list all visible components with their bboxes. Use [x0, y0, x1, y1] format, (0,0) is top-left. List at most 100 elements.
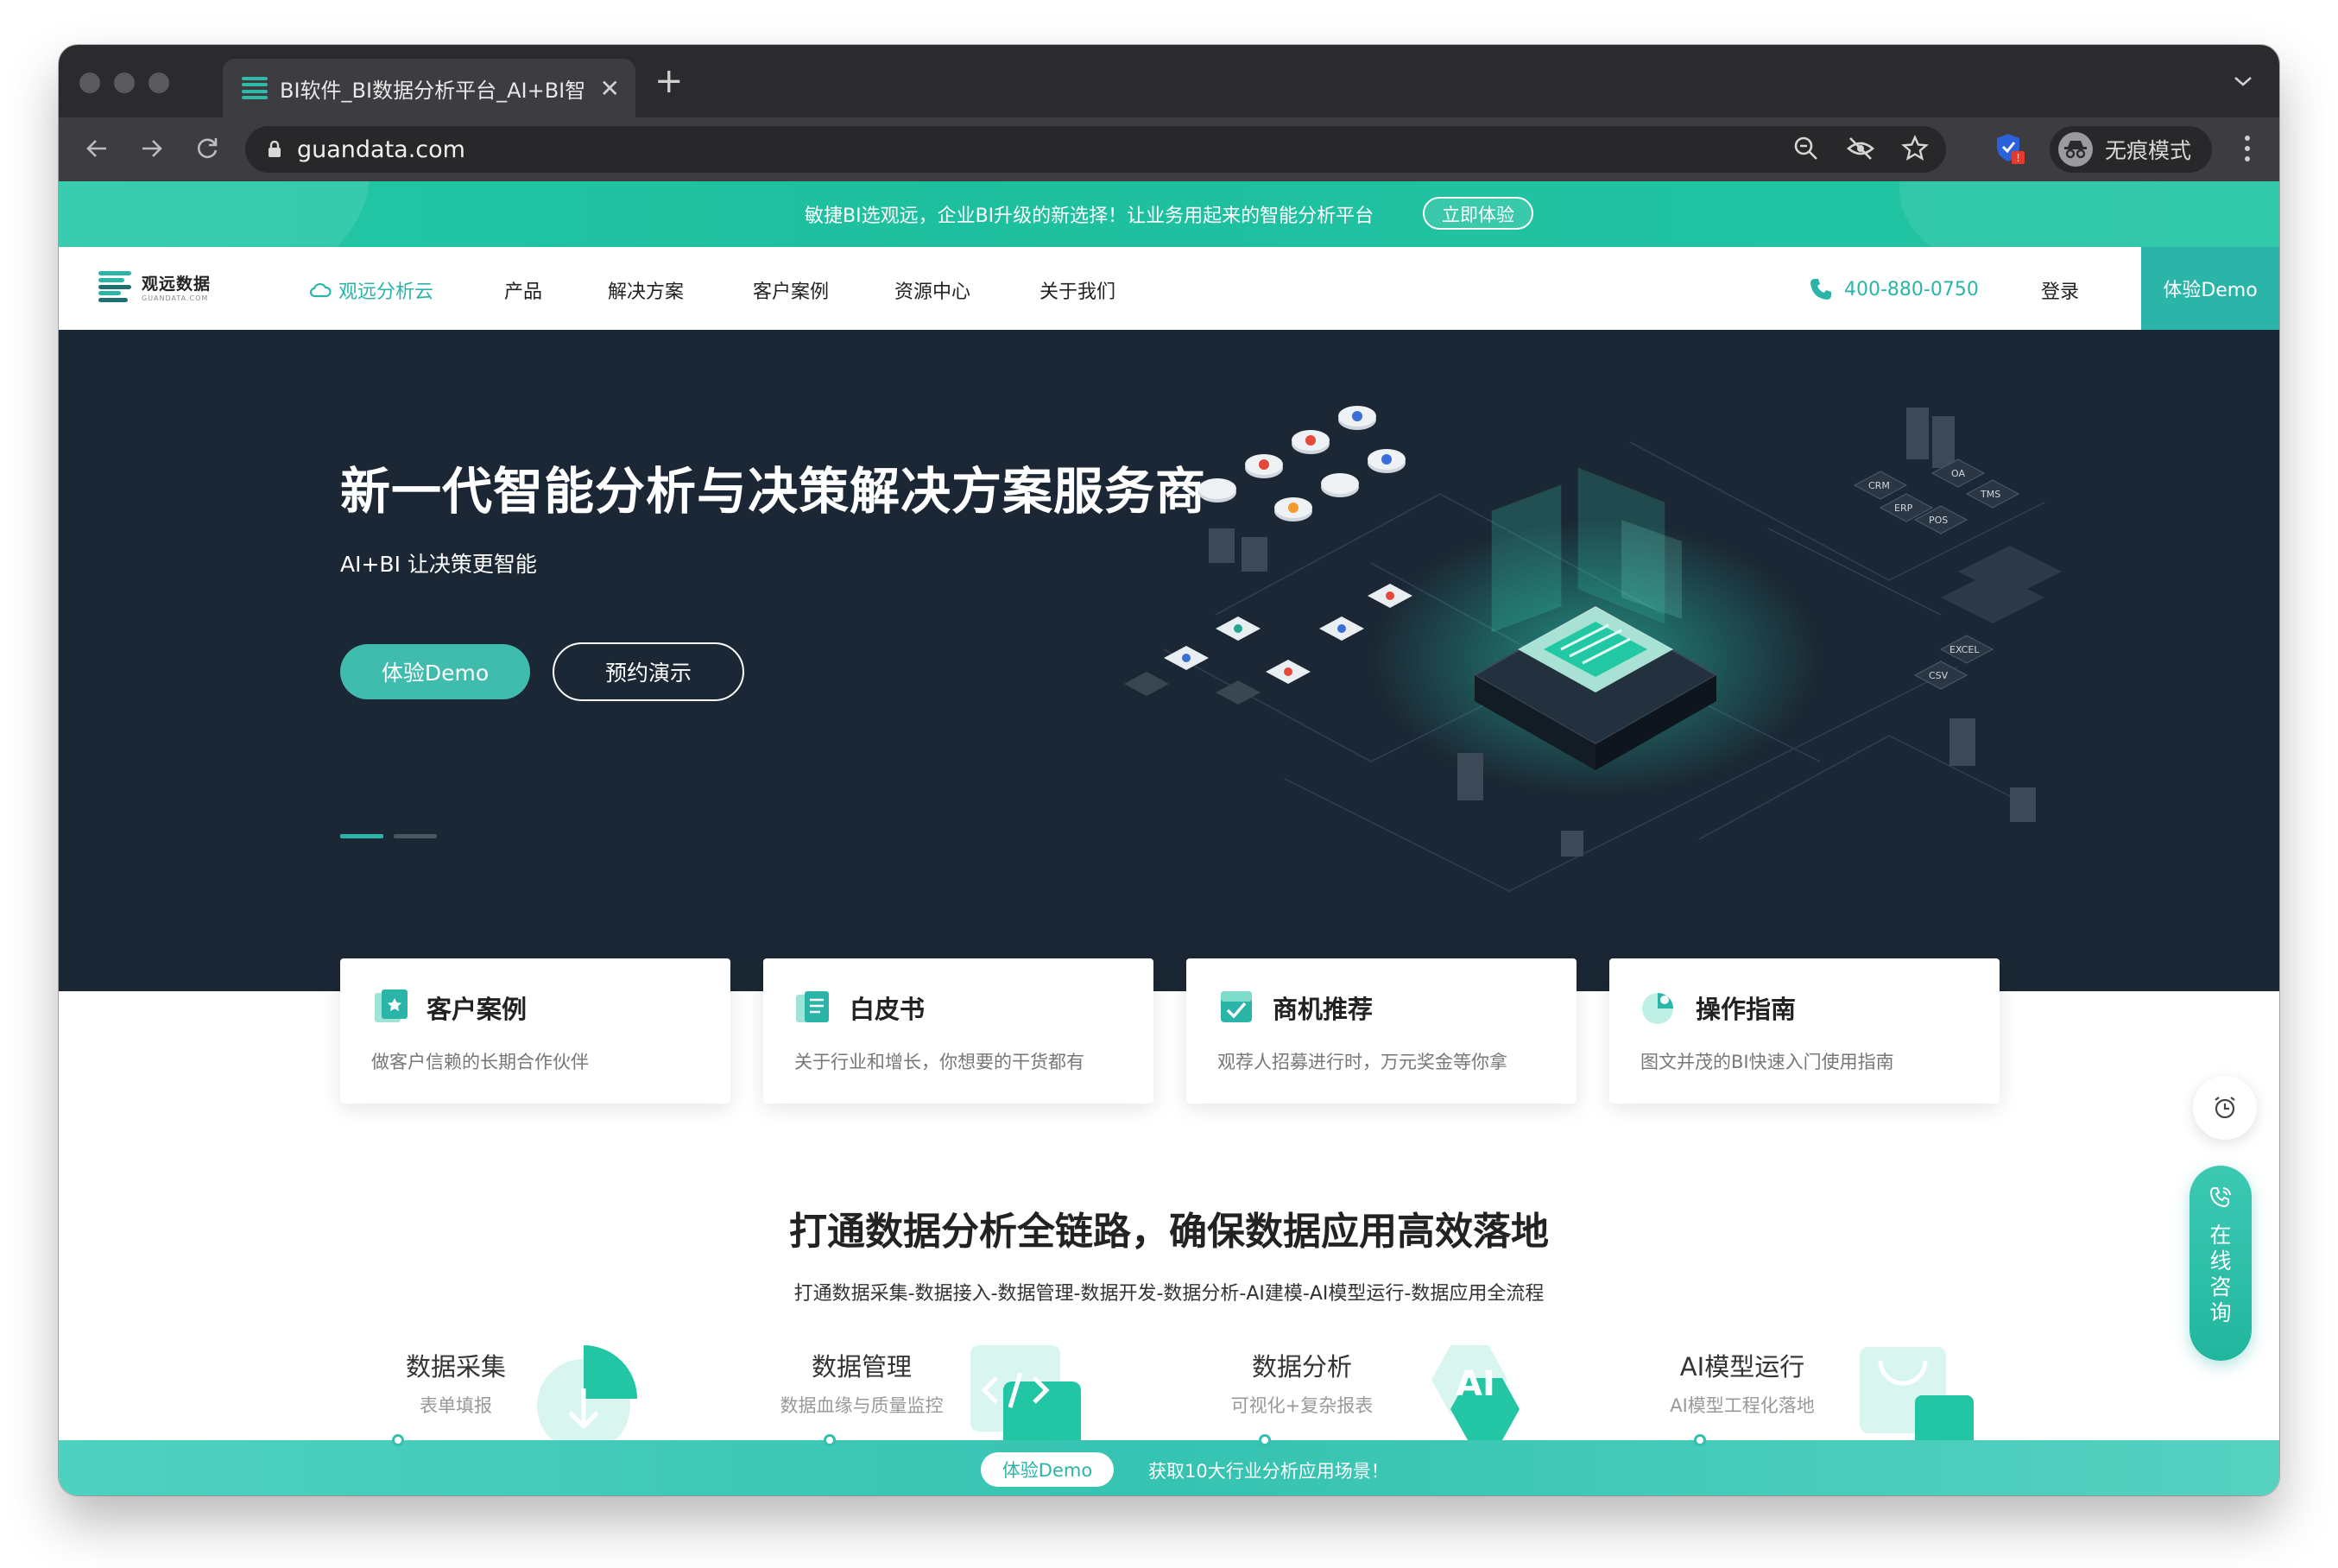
nav-item-products[interactable]: 产品: [504, 276, 542, 304]
logo-subtext: GUANDATA.COM: [142, 294, 209, 302]
chip-label: CRM: [1868, 480, 1890, 491]
book-icon: [796, 991, 829, 1022]
zoom-search-icon[interactable]: [1792, 135, 1820, 162]
url-text: guandata.com: [297, 136, 465, 163]
card-title: 操作指南: [1696, 995, 1797, 1024]
guide-icon: [1642, 993, 1673, 1024]
feature-title: 数据分析: [1251, 1352, 1352, 1381]
nav-item-cases[interactable]: 客户案例: [753, 276, 829, 304]
promo-try-button[interactable]: 立即体验: [1423, 197, 1533, 230]
site-header: 观远数据 GUANDATA.COM 观远分析云 产品 解决方案 客户案例 资源中…: [59, 247, 2279, 330]
reload-icon: [198, 138, 218, 159]
float-clock-button[interactable]: [2193, 1076, 2257, 1140]
browser-menu-button[interactable]: [2234, 130, 2260, 168]
feature-data-analysis[interactable]: 数据分析 可视化+复杂报表: [1181, 1347, 1423, 1418]
card-desc: 观荐人招募进行时，万元奖金等你拿: [1217, 1052, 1507, 1072]
promo-text: 敏捷BI选观远，企业BI升级的新选择！让业务用起来的智能分析平台: [805, 205, 1374, 227]
carousel-dot-1[interactable]: [340, 834, 383, 838]
hero-book-demo-button[interactable]: 预约演示: [553, 642, 744, 701]
card-desc: 图文并茂的BI快速入门使用指南: [1640, 1052, 1894, 1072]
minimize-window-button[interactable]: [114, 73, 135, 93]
hero-demo-button[interactable]: 体验Demo: [340, 644, 530, 699]
feature-desc: 数据血缘与质量监控: [780, 1395, 944, 1416]
logo-name: 观远数据: [142, 275, 212, 294]
login-link[interactable]: 登录: [2041, 276, 2079, 304]
feature-data-management[interactable]: 数据管理 数据血缘与质量监控: [724, 1347, 1000, 1418]
browser-tab[interactable]: BI软件_BI数据分析平台_AI+BI智 ✕: [223, 59, 635, 117]
bottom-promo-bar: 体验Demo 获取10大行业分析应用场景！: [59, 1434, 2279, 1495]
tab-title: BI软件_BI数据分析平台_AI+BI智: [280, 78, 586, 103]
feature-ai-model-run[interactable]: AI模型运行 AI模型工程化落地: [1604, 1347, 1880, 1418]
section-subtitle: 打通数据采集-数据接入-数据管理-数据开发-数据分析-AI建模-AI模型运行-数…: [793, 1283, 1545, 1305]
nav-item-solutions[interactable]: 解决方案: [608, 276, 684, 304]
chip-label: EXCEL: [1949, 644, 1980, 655]
puzzle-extensions-icon[interactable]: [2015, 130, 2053, 168]
tab-bar: BI软件_BI数据分析平台_AI+BI智 ✕ +: [59, 45, 2279, 117]
case-icon: [375, 989, 408, 1022]
nav-item-analytics-cloud[interactable]: 观远分析云: [309, 276, 433, 304]
tab-close-icon[interactable]: ✕: [600, 74, 620, 103]
nav-item-resources[interactable]: 资源中心: [894, 276, 970, 304]
nav-label: 观远分析云: [338, 281, 434, 303]
reload-button[interactable]: [188, 130, 226, 168]
lock-icon: [269, 141, 281, 157]
section-title: 打通数据分析全链路，确保数据应用高效落地: [789, 1210, 1549, 1254]
site-logo[interactable]: 观远数据 GUANDATA.COM: [98, 271, 211, 302]
hero-section: 新一代智能分析与决策解决方案服务商 AI+BI 让决策更智能 体验Demo 预约…: [59, 330, 2279, 991]
incognito-icon: [2058, 132, 2093, 167]
phone-number: 400-880-0750: [1844, 278, 1979, 300]
chip-label: ERP: [1894, 503, 1913, 514]
card-title: 客户案例: [427, 995, 528, 1024]
check-icon: [1221, 991, 1252, 1022]
card-customer-cases[interactable]: 客户案例 做客户信赖的长期合作伙伴: [340, 958, 730, 1103]
chip-label: POS: [1929, 515, 1948, 526]
feature-title: 数据管理: [811, 1352, 912, 1381]
back-arrow-icon: [86, 140, 106, 157]
card-business-referral[interactable]: 商机推荐 观荐人招募进行时，万元奖金等你拿: [1186, 958, 1577, 1103]
data-platform-illustration: CRM ERP OA POS TMS EXCEL CSV: [1124, 406, 2062, 893]
card-title: 白皮书: [850, 995, 926, 1024]
card-desc: 关于行业和增长，你想要的干货都有: [794, 1052, 1084, 1072]
browser-window: BI软件_BI数据分析平台_AI+BI智 ✕ + guandata.com ! …: [59, 45, 2279, 1495]
bookmark-star-icon[interactable]: [1901, 135, 1929, 162]
maximize-window-button[interactable]: [148, 73, 169, 93]
back-button[interactable]: [78, 130, 116, 168]
header-demo-button[interactable]: 体验Demo: [2141, 247, 2279, 330]
logo-mark-icon: [98, 271, 131, 302]
svg-text:AI: AI: [1456, 1364, 1495, 1404]
eye-off-icon[interactable]: [1846, 135, 1875, 162]
card-whitepaper[interactable]: 白皮书 关于行业和增长，你想要的干货都有: [763, 958, 1153, 1103]
alarm-clock-icon: [2215, 1097, 2235, 1119]
close-window-button[interactable]: [79, 73, 100, 93]
phone-link[interactable]: 400-880-0750: [1808, 276, 1979, 302]
feature-desc: 可视化+复杂报表: [1230, 1395, 1374, 1416]
tab-search-chevron-icon[interactable]: [2233, 74, 2253, 92]
carousel-indicators: [340, 834, 437, 838]
carousel-dot-2[interactable]: [394, 834, 437, 838]
online-consult-button[interactable]: 在线咨询: [2190, 1166, 2252, 1361]
incognito-profile-button[interactable]: 无痕模式: [2050, 126, 2212, 173]
hero-subtitle: AI+BI 让决策更智能: [340, 552, 537, 577]
site-favicon: [242, 77, 268, 99]
quick-link-cards: 客户案例 做客户信赖的长期合作伙伴 白皮书 关于行业和增长，你想要的干货都有 商…: [340, 958, 2005, 1105]
consult-label: 在线咨询: [2209, 1223, 2232, 1325]
promo-banner: 敏捷BI选观远，企业BI升级的新选择！让业务用起来的智能分析平台 立即体验: [59, 181, 2279, 247]
bottom-promo-message[interactable]: 获取10大行业分析应用场景！: [1148, 1457, 1389, 1483]
chip-label: TMS: [1980, 489, 2000, 500]
card-user-guide[interactable]: 操作指南 图文并茂的BI快速入门使用指南: [1609, 958, 2000, 1103]
chip-label: OA: [1951, 468, 1965, 479]
forward-arrow-icon: [142, 140, 162, 157]
bottom-demo-button[interactable]: 体验Demo: [981, 1452, 1114, 1487]
cloud-icon: [309, 282, 332, 298]
nav-item-about[interactable]: 关于我们: [1039, 276, 1115, 304]
address-bar[interactable]: guandata.com: [245, 126, 1946, 173]
forward-button[interactable]: [133, 130, 171, 168]
card-desc: 做客户信赖的长期合作伙伴: [371, 1052, 589, 1072]
hero-title: 新一代智能分析与决策解决方案服务商: [340, 462, 1207, 521]
phone-call-icon: [2209, 1187, 2231, 1208]
new-tab-button[interactable]: +: [654, 64, 684, 98]
feature-desc: AI模型工程化落地: [1670, 1395, 1815, 1416]
chip-label: CSV: [1929, 670, 1949, 681]
feature-title: AI模型运行: [1679, 1352, 1805, 1381]
browser-toolbar: guandata.com ! 无痕模式: [59, 117, 2279, 181]
